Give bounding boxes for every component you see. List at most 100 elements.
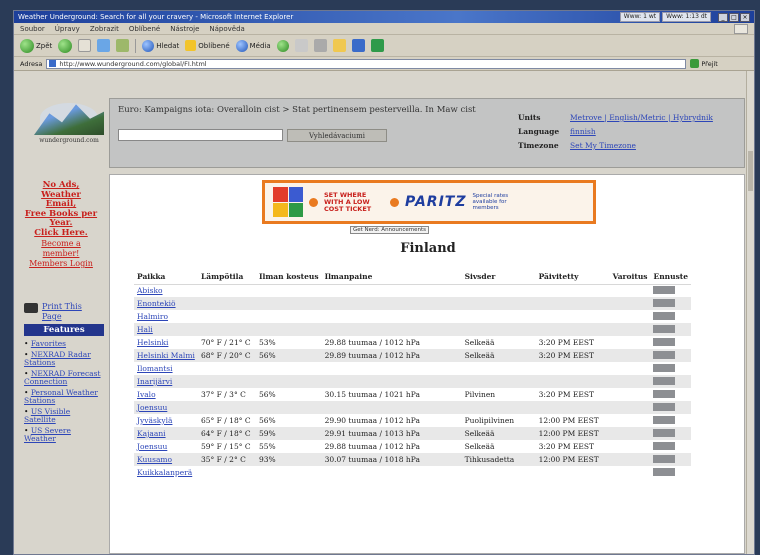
pressure-cell-text: 29.88 tuumaa / 1012 hPa [324,442,420,451]
maximize-button[interactable]: □ [729,12,739,22]
print-page-link[interactable]: Print This Page [42,302,104,322]
warning-cell [610,388,651,401]
minimize-button[interactable]: _ [718,12,728,22]
column-header[interactable]: Varoitus [609,270,651,285]
forecast-button[interactable] [652,324,675,333]
vertical-scrollbar[interactable] [746,71,754,554]
forecast-button[interactable] [652,467,675,476]
column-header[interactable]: Sivsder [461,270,536,285]
search-button[interactable]: Hledat [142,39,179,52]
ad-caption[interactable]: Get Nerd: Announcements [350,226,430,234]
column-header[interactable]: Lämpötila [198,270,256,285]
address-input[interactable]: http://www.wunderground.com/global/FI.ht… [46,58,687,69]
close-button[interactable]: × [740,12,750,22]
search-input[interactable] [118,129,283,141]
members-login-link[interactable]: Members Login [18,259,104,268]
place-link[interactable]: Helsinki Malmi [137,351,195,360]
humidity-cell [256,323,322,336]
breadcrumb[interactable]: Euro: Kampaigns iota: Overalloin cist > … [118,105,498,115]
scrollbar-thumb[interactable] [748,151,753,191]
column-header[interactable]: Paikka [134,270,198,285]
forecast-button[interactable] [652,350,675,359]
go-button[interactable]: Přejít [690,59,718,68]
forecast-button[interactable] [652,454,675,463]
discuss-icon[interactable] [370,39,384,52]
column-header[interactable]: Ennuste [650,270,692,285]
column-header[interactable]: Ilmanpaine [321,270,462,285]
place-link[interactable]: Hali [137,325,153,334]
ad-banner[interactable]: SET WHERE WITH A LOW COST TICKET PARITZ … [262,180,596,224]
forecast-button[interactable] [652,428,675,437]
site-logo[interactable]: wunderground.com [34,99,104,145]
ad-brand: PARITZ [405,194,467,210]
place-link[interactable]: Jyväskylä [137,416,172,425]
home-icon[interactable] [116,39,130,52]
column-header[interactable]: Ilman kosteus [256,270,322,285]
menu-file[interactable]: Soubor [20,25,45,33]
forecast-button[interactable] [652,298,675,307]
feature-link[interactable]: Personal Weather Stations [24,388,98,406]
place-link[interactable]: Kuikkalanperä [137,468,192,477]
menu-tools[interactable]: Nástroje [170,25,199,33]
forecast-button[interactable] [652,311,675,320]
place-link[interactable]: Enontekiö [137,299,176,308]
forward-button[interactable] [58,38,73,53]
place-link[interactable]: Kuusamo [137,455,172,464]
feature-link[interactable]: US Severe Weather [24,426,71,444]
place-link[interactable]: Halmiro [137,312,168,321]
feature-link[interactable]: Favorites [31,339,66,348]
timezone-link[interactable]: Set My Timezone [570,139,636,153]
warning-cell [610,414,651,427]
messenger-icon[interactable] [351,39,365,52]
place-link[interactable]: Abisko [137,286,163,295]
column-header[interactable]: Päivitetty [535,270,610,285]
favorites-button[interactable]: Oblíbené [185,40,230,51]
promo-link[interactable]: Click Here. [18,228,104,239]
ad-logo [273,187,303,217]
place-link[interactable]: Joensuu [137,442,167,451]
folder-icon[interactable] [332,39,346,52]
stop-icon[interactable] [78,39,92,52]
search-submit-button[interactable]: Vyhledávaciumi [287,129,387,142]
units-link[interactable]: Metrove | English/Metric | Hybrydnik [570,111,713,125]
forecast-button[interactable] [652,415,675,424]
menu-favorites[interactable]: Oblíbené [129,25,160,33]
place-link[interactable]: Ivalo [137,390,156,399]
menu-help[interactable]: Nápověda [209,25,244,33]
media-button[interactable]: Média [235,39,271,52]
back-button[interactable]: Zpět [20,38,52,53]
menu-view[interactable]: Zobrazit [90,25,119,33]
pressure-cell [322,466,462,479]
feature-link[interactable]: US Visible Satellite [24,407,70,425]
place-cell: Hali [134,323,198,336]
pressure-cell: 29.89 tuumaa / 1012 hPa [321,349,462,362]
refresh-icon[interactable] [97,39,111,52]
feature-link[interactable]: NEXRAD Forecast Connection [24,369,101,387]
table-row: Enontekiö [134,297,692,310]
temperature-cell-text: 35° F / 2° C [201,455,246,464]
print-icon[interactable] [313,39,327,52]
place-link[interactable]: Kajaani [137,429,166,438]
forecast-button[interactable] [652,285,675,294]
temperature-cell [198,284,256,297]
forecast-button[interactable] [652,363,675,372]
forecast-button[interactable] [652,376,675,385]
place-link[interactable]: Inarijärvi [137,377,172,386]
place-link[interactable]: Joensuu [137,403,167,412]
forecast-button[interactable] [652,389,675,398]
forecast-button[interactable] [652,337,675,346]
forecast-button[interactable] [652,402,675,411]
feature-item: • NEXRAD Forecast Connection [24,368,101,387]
history-icon[interactable] [276,39,289,52]
become-member-link[interactable]: member! [18,249,104,258]
mail-icon[interactable] [294,39,308,52]
place-link[interactable]: Ilomantsi [137,364,173,373]
place-link[interactable]: Helsinki [137,338,168,347]
page-title: Finland [400,241,456,256]
become-member-link[interactable]: Become a [18,239,104,248]
forecast-button[interactable] [652,441,675,450]
favorites-label: Oblíbené [198,41,230,50]
language-link[interactable]: finnish [570,125,596,139]
menu-edit[interactable]: Úpravy [55,25,80,33]
feature-link[interactable]: NEXRAD Radar Stations [24,350,91,368]
